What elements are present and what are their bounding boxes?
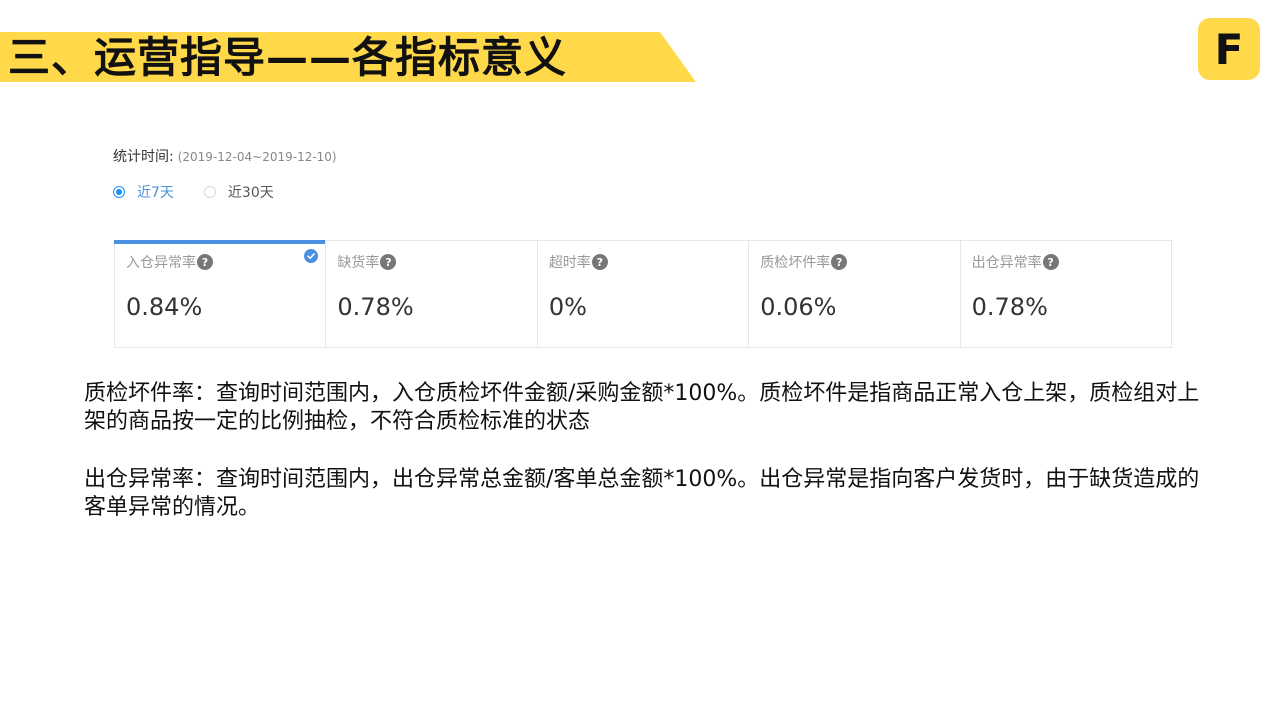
metric-label: 入仓异常率 xyxy=(126,255,196,271)
metric-label: 质检坏件率 xyxy=(760,255,831,271)
description-outbound-exception-rate: 出仓异常率：查询时间范围内，出仓异常总金额/客单总金额*100%。出仓异常是指向… xyxy=(84,467,1200,520)
radio-30-days-unchecked-icon[interactable] xyxy=(203,186,216,198)
help-icon[interactable]: ? xyxy=(591,254,608,270)
help-icon[interactable]: ? xyxy=(380,254,397,270)
stat-period: 统计时间: (2019-12-04~2019-12-10) xyxy=(113,146,337,166)
metric-value: 0% xyxy=(548,293,587,321)
metric-label: 缺货率 xyxy=(337,255,380,271)
checkmark-icon xyxy=(304,249,319,263)
stat-period-label: 统计时间: xyxy=(113,149,174,165)
metrics-panel: 入仓异常率 ? 0.84% 缺货率 ? 0.78% 超时率 ? 0% 质检坏件率… xyxy=(113,240,1172,348)
radio-option-7-days[interactable]: 近7天 xyxy=(113,182,174,202)
radio-30-days-label: 近30天 xyxy=(227,185,274,201)
metric-label-row: 入仓异常率 ? xyxy=(126,252,213,272)
metric-value: 0.78% xyxy=(971,293,1048,321)
metric-card-timeout-rate[interactable]: 超时率 ? 0% xyxy=(538,241,750,347)
slide-title: 三、运营指导——各指标意义 xyxy=(8,33,568,82)
logo-letter: F xyxy=(1214,24,1244,74)
metric-card-out-of-stock-rate[interactable]: 缺货率 ? 0.78% xyxy=(326,241,538,347)
help-icon[interactable]: ? xyxy=(1042,254,1059,270)
radio-7-days-checked-icon[interactable] xyxy=(113,186,125,198)
radio-option-30-days[interactable]: 近30天 xyxy=(203,182,274,202)
metric-card-outbound-exception-rate[interactable]: 出仓异常率 ? 0.78% xyxy=(961,241,1171,347)
metric-value: 0.84% xyxy=(126,293,203,321)
metric-label: 超时率 xyxy=(548,255,591,271)
metric-value: 0.78% xyxy=(337,293,414,321)
metric-card-inbound-exception-rate[interactable]: 入仓异常率 ? 0.84% xyxy=(113,240,327,347)
radio-7-days-label: 近7天 xyxy=(137,185,174,201)
metric-value: 0.06% xyxy=(760,293,837,321)
stat-period-range: (2019-12-04~2019-12-10) xyxy=(177,150,337,164)
help-icon[interactable]: ? xyxy=(197,254,213,270)
metric-label-row: 超时率 ? xyxy=(549,252,608,272)
description-qc-defect-rate: 质检坏件率：查询时间范围内，入仓质检坏件金额/采购金额*100%。质检坏件是指商… xyxy=(84,381,1200,434)
metric-label: 出仓异常率 xyxy=(971,255,1042,271)
metric-card-qc-defect-rate[interactable]: 质检坏件率 ? 0.06% xyxy=(749,241,961,347)
metric-label-row: 质检坏件率 ? xyxy=(760,252,848,272)
metric-label-row: 出仓异常率 ? xyxy=(972,252,1059,272)
metric-label-row: 缺货率 ? xyxy=(337,252,397,272)
time-range-radio-group: 近7天 近30天 xyxy=(113,182,304,202)
logo-badge: F xyxy=(1198,18,1260,80)
help-icon[interactable]: ? xyxy=(831,254,848,270)
